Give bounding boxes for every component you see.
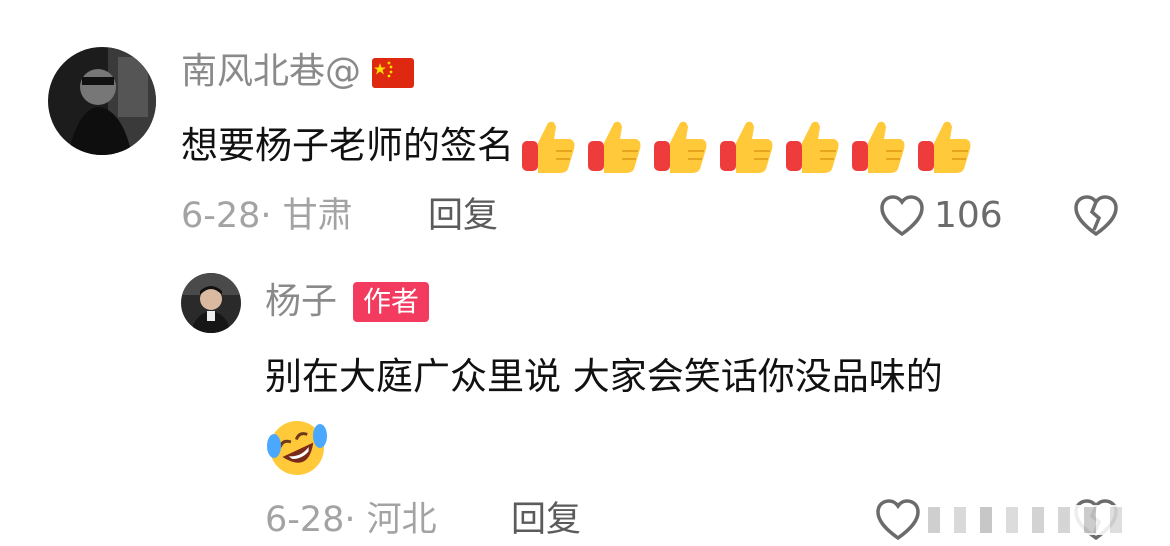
reply-header: 杨子 作者 <box>265 280 430 324</box>
avatar-photo <box>48 47 156 155</box>
dislike-button[interactable] <box>1072 194 1120 238</box>
reply-text: 别在大庭广众里说 大家会笑话你没品味的 <box>265 355 943 398</box>
thumbs-up-icon <box>654 121 707 173</box>
heart-icon <box>880 195 924 237</box>
china-flag-icon <box>372 58 415 88</box>
avatar[interactable] <box>181 273 241 333</box>
thumbs-up-icon <box>720 121 773 173</box>
comment-username[interactable]: 南风北巷@ <box>181 50 415 94</box>
avatar[interactable] <box>48 47 156 155</box>
like-button[interactable] <box>878 194 926 238</box>
reply-button[interactable]: 回复 <box>428 194 498 238</box>
comment-date-location: 6-28· 甘肃 <box>181 196 353 236</box>
thumbs-up-icon <box>588 121 641 173</box>
reply-username[interactable]: 杨子 <box>265 280 337 324</box>
comment-body: 想要杨子老师的签名 <box>181 117 974 175</box>
reply-button[interactable]: 回复 <box>511 498 581 542</box>
watermark <box>920 505 1170 535</box>
like-count: 106 <box>934 195 1003 236</box>
thumbs-up-icon <box>852 121 905 173</box>
thumbs-up-icon <box>522 121 575 173</box>
thumbs-up-icon <box>918 121 971 173</box>
comment-text: 想要杨子老师的签名 <box>181 124 514 167</box>
emoji-row <box>520 117 974 175</box>
reply-date-location: 6-28· 河北 <box>265 500 437 540</box>
broken-heart-icon <box>1074 195 1118 237</box>
author-badge: 作者 <box>353 282 430 322</box>
thumbs-up-icon <box>786 121 839 173</box>
heart-icon <box>876 499 920 541</box>
username-text: 南风北巷@ <box>181 51 362 92</box>
avatar-photo <box>181 273 241 333</box>
rolling-laughing-icon <box>266 418 328 478</box>
like-button[interactable] <box>874 498 922 542</box>
